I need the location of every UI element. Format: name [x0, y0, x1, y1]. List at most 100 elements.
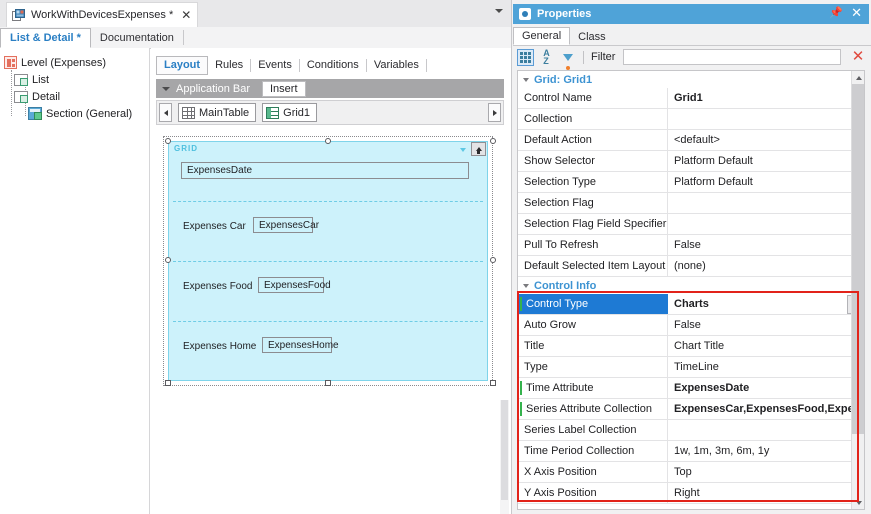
resize-handle[interactable]	[490, 138, 496, 144]
property-row-default-selected-item-layout[interactable]: Default Selected Item Layout (none)	[518, 256, 864, 277]
property-value[interactable]	[668, 193, 864, 213]
property-row-selection-type[interactable]: Selection Type Platform Default	[518, 172, 864, 193]
property-value[interactable]: ExpensesCar,ExpensesFood,Expense...	[668, 399, 864, 419]
property-value[interactable]	[668, 420, 864, 440]
chevron-down-icon[interactable]	[495, 9, 503, 13]
move-up-button[interactable]	[471, 142, 486, 156]
property-value[interactable]: <default>	[668, 130, 864, 150]
clear-filter-icon[interactable]: ✕	[849, 48, 867, 66]
tab-variables[interactable]: Variables	[367, 57, 426, 74]
field-expensesfood[interactable]: ExpensesFood	[258, 277, 331, 293]
property-value[interactable]: False	[668, 315, 864, 335]
filter-funnel-icon[interactable]	[559, 49, 576, 70]
tab-class[interactable]: Class	[570, 29, 614, 45]
field-expenseshome[interactable]: ExpensesHome	[262, 337, 339, 353]
grid-control-label: GRID	[174, 144, 198, 153]
property-value[interactable]: Chart Title	[668, 336, 864, 356]
scroll-right-button[interactable]	[488, 103, 501, 122]
tree-item-detail[interactable]: Detail	[4, 88, 149, 105]
properties-title: Properties	[537, 8, 592, 20]
resize-handle[interactable]	[325, 380, 331, 386]
resize-handle[interactable]	[165, 257, 171, 263]
property-row-y-axis-position[interactable]: Y Axis Position Right	[518, 483, 864, 504]
property-row-series-label-collection[interactable]: Series Label Collection	[518, 420, 864, 441]
pin-icon[interactable]: 📌	[829, 8, 843, 19]
tab-events[interactable]: Events	[251, 57, 299, 74]
property-value[interactable]: (none)	[668, 256, 864, 276]
property-row-control-name[interactable]: Control Name Grid1	[518, 88, 864, 109]
property-value[interactable]: Right	[668, 483, 864, 503]
property-row-selection-flag-field-specifier[interactable]: Selection Flag Field Specifier	[518, 214, 864, 235]
grid-control[interactable]: GRID ExpensesDate Expenses Car ExpensesC…	[168, 141, 488, 381]
tab-rules[interactable]: Rules	[208, 57, 250, 74]
tab-list-and-detail[interactable]: List & Detail *	[0, 28, 91, 48]
tree-item-level[interactable]: Level (Expenses)	[4, 54, 149, 71]
property-row-pull-to-refresh[interactable]: Pull To Refresh False	[518, 235, 864, 256]
tab-layout[interactable]: Layout	[156, 55, 209, 75]
control-chip-maintable[interactable]: MainTable	[178, 103, 257, 122]
design-canvas[interactable]: GRID ExpensesDate Expenses Car ExpensesC…	[156, 130, 504, 450]
property-value[interactable]: ExpensesDate	[668, 378, 864, 398]
scroll-up-button[interactable]	[852, 71, 864, 84]
node-icon	[14, 73, 28, 86]
properties-grid-scrollbar[interactable]	[851, 71, 864, 509]
property-row-x-axis-position[interactable]: X Axis Position Top	[518, 462, 864, 483]
resize-handle[interactable]	[165, 380, 171, 386]
close-icon[interactable]: ✕	[181, 9, 191, 21]
label-expenses-car: Expenses Car	[183, 221, 246, 232]
tab-class-label: Class	[578, 31, 606, 43]
property-row-title[interactable]: Title Chart Title	[518, 336, 864, 357]
document-tab-workwithdevicesexpenses[interactable]: WorkWithDevicesExpenses * ✕	[6, 2, 199, 27]
resize-handle[interactable]	[165, 138, 171, 144]
property-value[interactable]: Charts	[668, 294, 847, 314]
property-value[interactable]: 1w, 1m, 3m, 6m, 1y	[668, 441, 864, 461]
property-row-time-period-collection[interactable]: Time Period Collection 1w, 1m, 3m, 6m, 1…	[518, 441, 864, 462]
property-group-grid[interactable]: Grid: Grid1	[518, 71, 864, 88]
editor-vertical-scrollbar[interactable]	[500, 400, 509, 514]
chevron-down-icon[interactable]	[523, 283, 529, 288]
scroll-left-button[interactable]	[159, 103, 172, 122]
property-value[interactable]	[668, 109, 864, 129]
tab-documentation[interactable]: Documentation	[91, 28, 183, 48]
field-expensesdate[interactable]: ExpensesDate	[181, 162, 469, 179]
tree-item-list[interactable]: List	[4, 71, 149, 88]
property-group-control-info[interactable]: Control Info	[518, 277, 864, 294]
chevron-down-icon[interactable]	[162, 86, 170, 91]
tab-general[interactable]: General	[513, 27, 571, 45]
property-value[interactable]: Grid1	[668, 88, 864, 108]
chevron-down-icon[interactable]	[460, 148, 466, 152]
property-value[interactable]: Top	[668, 462, 864, 482]
property-value[interactable]: False	[668, 235, 864, 255]
insert-button[interactable]: Insert	[262, 80, 306, 97]
scroll-down-button[interactable]	[852, 496, 864, 509]
control-chip-grid1[interactable]: Grid1	[262, 103, 318, 122]
property-value[interactable]: Platform Default	[668, 172, 864, 192]
resize-handle[interactable]	[490, 257, 496, 263]
property-row-control-type[interactable]: Control Type Charts	[518, 294, 864, 315]
field-expensescar[interactable]: ExpensesCar	[253, 217, 319, 233]
property-row-default-action[interactable]: Default Action <default>	[518, 130, 864, 151]
property-row-auto-grow[interactable]: Auto Grow False	[518, 315, 864, 336]
tab-conditions[interactable]: Conditions	[300, 57, 366, 74]
property-value[interactable]	[668, 214, 864, 234]
property-row-type[interactable]: Type TimeLine	[518, 357, 864, 378]
property-name: Series Attribute Collection	[518, 399, 668, 419]
properties-grid[interactable]: Grid: Grid1 Control Name Grid1 Collectio…	[517, 70, 865, 510]
property-row-selection-flag[interactable]: Selection Flag	[518, 193, 864, 214]
resize-handle[interactable]	[325, 138, 331, 144]
property-row-time-attribute[interactable]: Time Attribute ExpensesDate	[518, 378, 864, 399]
resize-handle[interactable]	[490, 380, 496, 386]
property-value[interactable]: TimeLine	[668, 357, 864, 377]
chevron-down-icon[interactable]	[523, 77, 529, 82]
scrollbar-thumb[interactable]	[852, 84, 864, 434]
application-bar[interactable]: Application Bar Insert	[156, 79, 504, 98]
filter-input[interactable]	[623, 49, 841, 65]
close-icon[interactable]: ✕	[851, 6, 862, 19]
categorized-view-icon[interactable]	[517, 48, 534, 66]
property-row-series-attribute-collection[interactable]: Series Attribute Collection ExpensesCar,…	[518, 399, 864, 420]
scrollbar-thumb[interactable]	[501, 400, 508, 500]
property-row-show-selector[interactable]: Show Selector Platform Default	[518, 151, 864, 172]
property-row-collection[interactable]: Collection	[518, 109, 864, 130]
property-value[interactable]: Platform Default	[668, 151, 864, 171]
sort-alphabetical-icon[interactable]: AZ	[538, 49, 555, 66]
